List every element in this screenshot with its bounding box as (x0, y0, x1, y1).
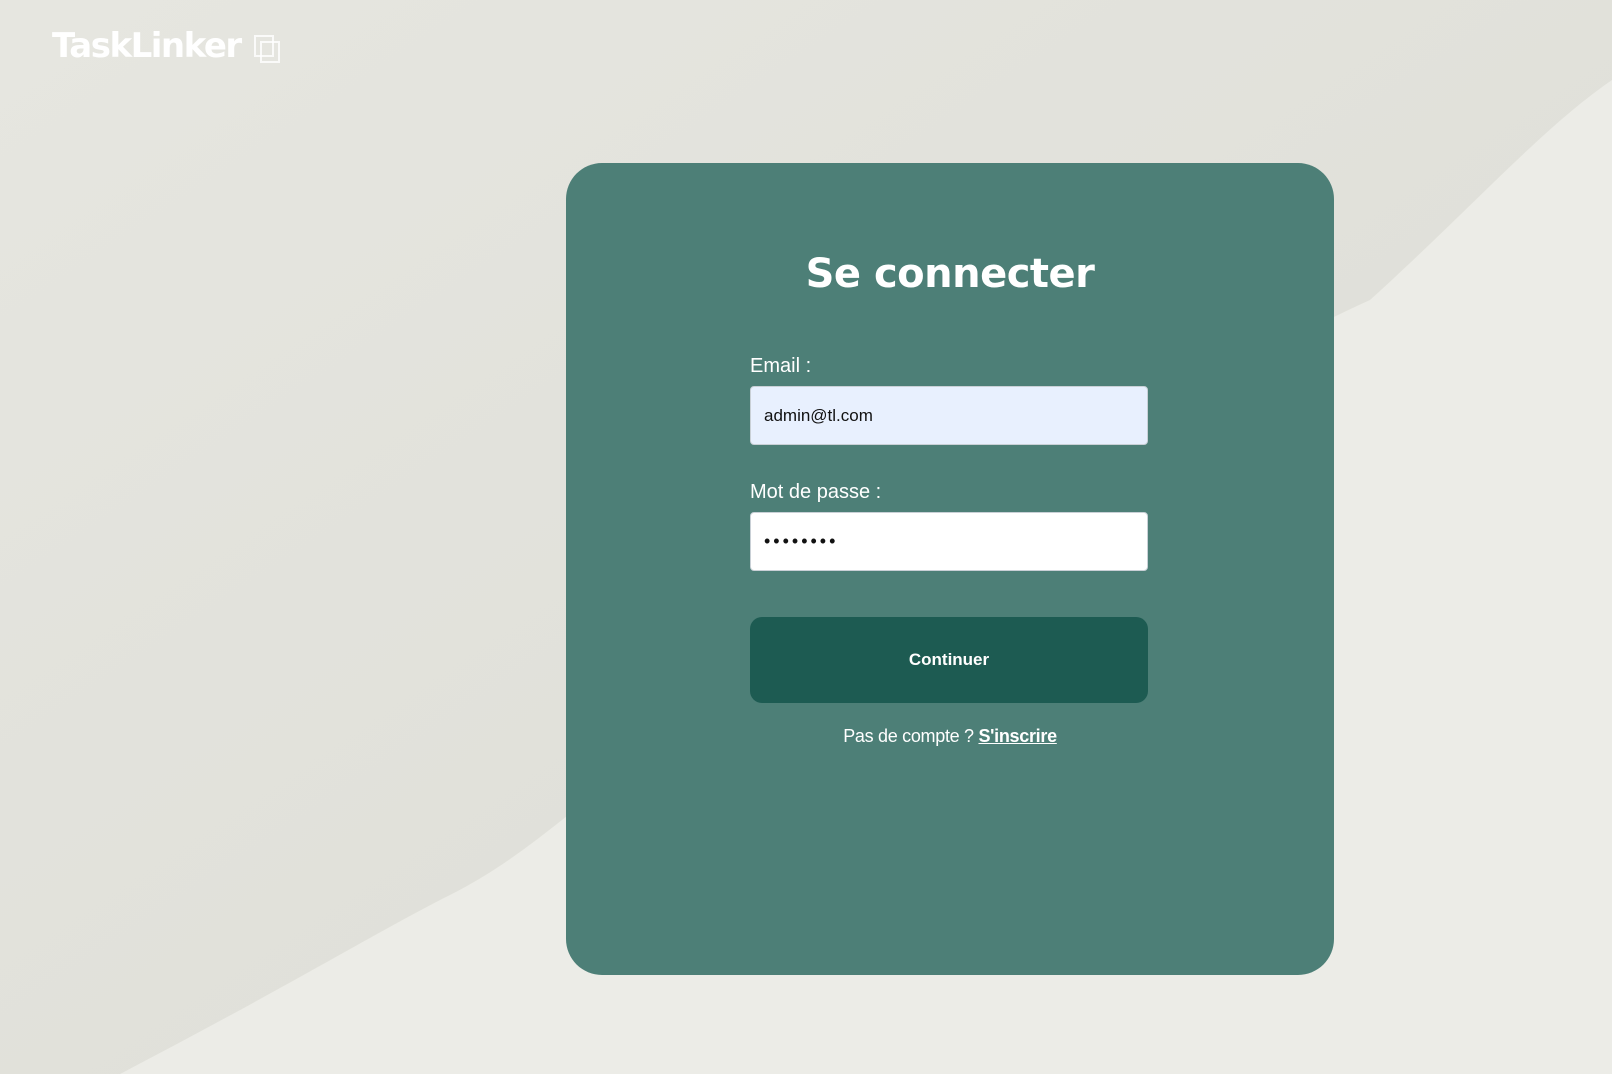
page-title: Se connecter (805, 251, 1095, 297)
password-field[interactable] (750, 512, 1148, 571)
login-card: Se connecter Email : Mot de passe : Cont… (566, 163, 1334, 975)
signup-link[interactable]: S'inscrire (978, 726, 1057, 746)
password-label: Mot de passe : (750, 481, 882, 503)
brand-name: TaskLinker (52, 26, 242, 66)
no-account-text: Pas de compte ? (843, 726, 979, 746)
copy-squares-icon (253, 35, 280, 63)
email-label: Email : (750, 355, 812, 377)
signup-prompt: Pas de compte ? S'inscrire (566, 724, 1334, 748)
email-field[interactable] (750, 386, 1148, 445)
brand-logo[interactable]: TaskLinker (52, 24, 283, 68)
continue-button[interactable]: Continuer (750, 617, 1148, 703)
